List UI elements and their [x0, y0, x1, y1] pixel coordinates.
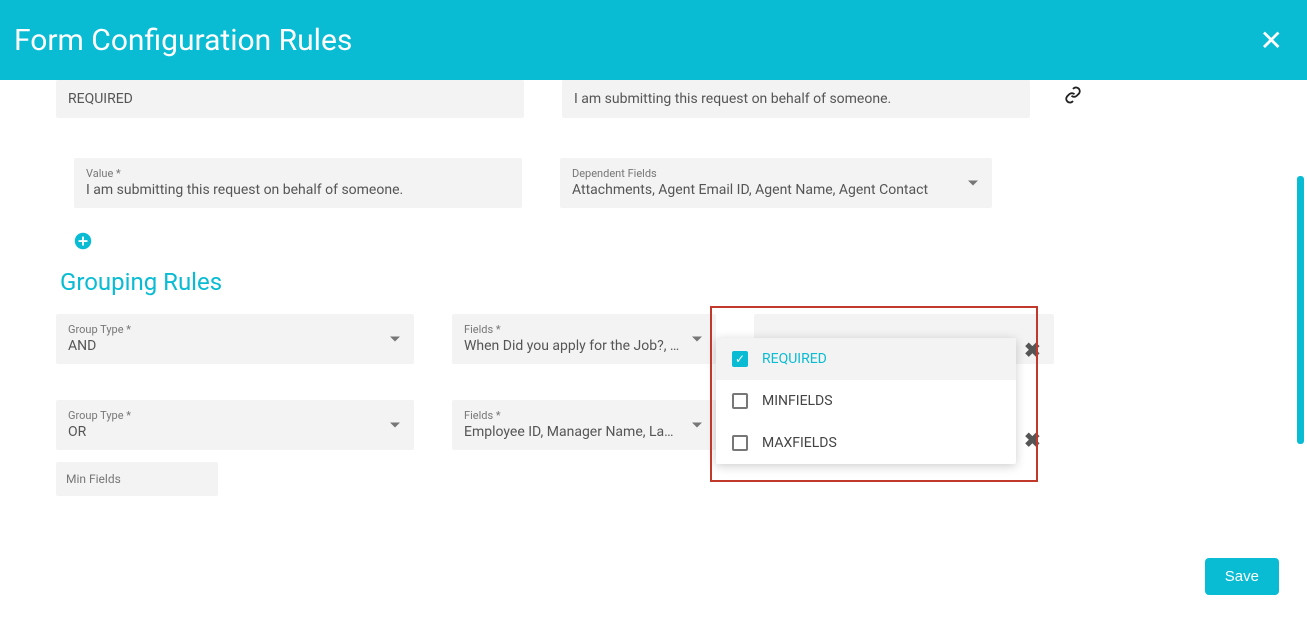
delete-group-1-button[interactable]: ✖ [1024, 338, 1041, 362]
dialog-header: Form Configuration Rules ✕ [0, 0, 1307, 80]
checkbox-checked-icon: ✓ [732, 351, 748, 367]
delete-group-2-button[interactable]: ✖ [1024, 428, 1041, 452]
dependent-fields-label: Dependent Fields [572, 167, 980, 180]
min-fields-input[interactable]: Min Fields [56, 462, 218, 496]
group-row-2: Group Type * OR Fields * Employee ID, Ma… [56, 400, 1251, 450]
checkbox-unchecked-icon [732, 393, 748, 409]
group-type-label-1: Group Type * [68, 323, 402, 336]
rule-type-select[interactable]: REQUIRED [56, 80, 524, 118]
field-select[interactable]: I am submitting this request on behalf o… [562, 80, 1030, 118]
group-type-value-1: AND [68, 337, 402, 355]
chevron-down-icon [390, 423, 400, 428]
fields-label-2: Fields * [464, 409, 704, 422]
fields-select-1[interactable]: Fields * When Did you apply for the Job?… [452, 314, 716, 364]
close-icon[interactable]: ✕ [1260, 24, 1283, 57]
grouping-rules-title: Grouping Rules [60, 268, 1251, 296]
dialog-title: Form Configuration Rules [14, 23, 352, 58]
value-field-value: I am submitting this request on behalf o… [86, 181, 510, 199]
save-button[interactable]: Save [1205, 558, 1279, 595]
dependent-fields-value: Attachments, Agent Email ID, Agent Name,… [572, 181, 980, 199]
rule-row-1: REQUIRED I am submitting this request on… [56, 80, 1251, 118]
scrollbar-thumb[interactable] [1297, 176, 1304, 444]
group-type-label-2: Group Type * [68, 409, 402, 422]
value-field-label: Value * [86, 167, 510, 180]
link-icon[interactable] [1064, 86, 1082, 118]
dropdown-option-label: MAXFIELDS [762, 435, 837, 451]
fields-value-1: When Did you apply for the Job?, … [464, 337, 704, 355]
fields-label-1: Fields * [464, 323, 704, 336]
dropdown-option-label: REQUIRED [762, 351, 827, 367]
chevron-down-icon [968, 181, 978, 186]
dialog-content: REQUIRED I am submitting this request on… [0, 80, 1307, 496]
rule-detail-row: Value * I am submitting this request on … [74, 158, 1251, 208]
dropdown-option-label: MINFIELDS [762, 393, 833, 409]
dropdown-option-maxfields[interactable]: MAXFIELDS [716, 422, 1016, 464]
dropdown-option-minfields[interactable]: MINFIELDS [716, 380, 1016, 422]
group-row-1: Group Type * AND Fields * When Did you a… [56, 314, 1251, 364]
dropdown-option-required[interactable]: ✓ REQUIRED [716, 338, 1016, 380]
chevron-down-icon [390, 337, 400, 342]
group-type-select-2[interactable]: Group Type * OR [56, 400, 414, 450]
field-select-value: I am submitting this request on behalf o… [574, 90, 1018, 108]
min-fields-label: Min Fields [66, 472, 208, 486]
chevron-down-icon [692, 423, 702, 428]
group-type-value-2: OR [68, 423, 402, 441]
fields-select-2[interactable]: Fields * Employee ID, Manager Name, La… [452, 400, 716, 450]
checkbox-unchecked-icon [732, 435, 748, 451]
add-rule-button[interactable] [74, 232, 92, 250]
chevron-down-icon [692, 337, 702, 342]
value-field[interactable]: Value * I am submitting this request on … [74, 158, 522, 208]
rule-type-value: REQUIRED [68, 90, 512, 108]
rule-type-dropdown: ✓ REQUIRED MINFIELDS MAXFIELDS [716, 338, 1016, 464]
group-type-select-1[interactable]: Group Type * AND [56, 314, 414, 364]
dependent-fields-select[interactable]: Dependent Fields Attachments, Agent Emai… [560, 158, 992, 208]
fields-value-2: Employee ID, Manager Name, La… [464, 423, 704, 441]
